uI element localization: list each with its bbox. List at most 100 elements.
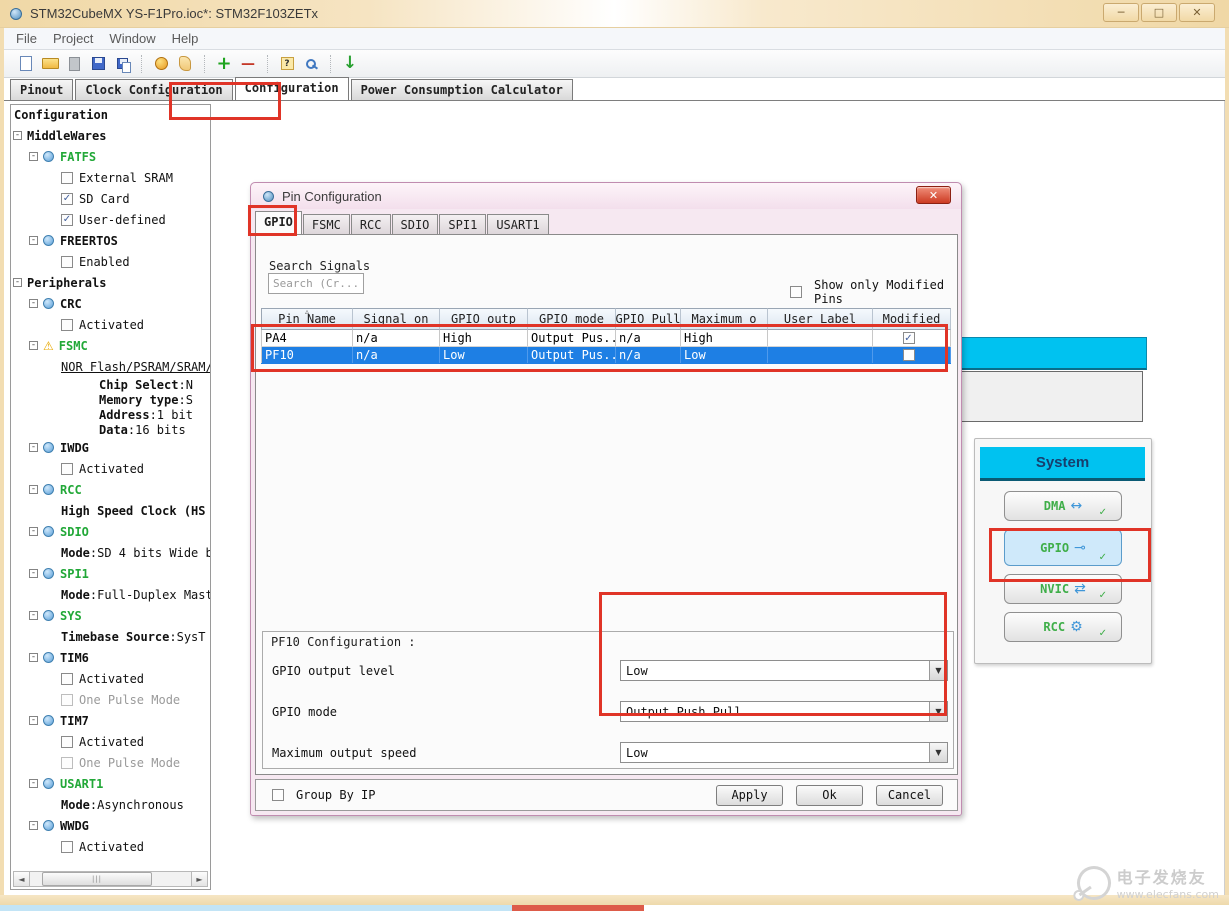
- table-row[interactable]: PA4 n/a High Output Pus... n/a High ✓: [261, 330, 951, 347]
- menu-item-window[interactable]: Window: [109, 31, 155, 46]
- tree-item[interactable]: Enabled: [11, 251, 210, 272]
- tree-item[interactable]: One Pulse Mode: [11, 752, 210, 773]
- tree-item[interactable]: - TIM7: [11, 710, 210, 731]
- tree-item[interactable]: Data:16 bits: [11, 422, 210, 437]
- scroll-right-arrow-icon[interactable]: ►: [191, 872, 207, 886]
- tree-item[interactable]: One Pulse Mode: [11, 689, 210, 710]
- group-by-ip[interactable]: Group By IP: [272, 788, 375, 802]
- dialog-tab-fsmc[interactable]: FSMC: [302, 214, 350, 234]
- scroll-left-arrow-icon[interactable]: ◄: [14, 872, 30, 886]
- tree-expander-icon[interactable]: -: [29, 341, 38, 350]
- close-button[interactable]: ✕: [1179, 3, 1215, 22]
- modified-checkbox[interactable]: ✓: [902, 332, 915, 344]
- tree-expander-icon[interactable]: -: [13, 131, 22, 140]
- column-header-modified[interactable]: Modified: [873, 308, 951, 330]
- cancel-button[interactable]: Cancel: [876, 784, 943, 806]
- plus-icon[interactable]: +: [213, 53, 235, 75]
- tree-item[interactable]: - SDIO: [11, 521, 210, 542]
- copy-icon[interactable]: [63, 53, 85, 75]
- tree-item[interactable]: ✓ SD Card: [11, 188, 210, 209]
- tab-power-consumption-calculator[interactable]: Power Consumption Calculator: [350, 79, 573, 100]
- tree-item[interactable]: Mode:Full-Duplex Maste: [11, 584, 210, 605]
- open-folder-icon[interactable]: [39, 53, 61, 75]
- tree-expander-icon[interactable]: -: [29, 485, 38, 494]
- tree-item[interactable]: - Peripherals: [11, 272, 210, 293]
- gpio-system-button[interactable]: GPIO ⊸ ✓: [1004, 529, 1122, 566]
- tree-item[interactable]: - FATFS: [11, 146, 210, 167]
- tree-item[interactable]: NOR Flash/PSRAM/SRAM/RO: [11, 356, 210, 377]
- tree-item[interactable]: - MiddleWares: [11, 125, 210, 146]
- dma-system-button[interactable]: DMA ↔ ✓: [1004, 491, 1122, 521]
- config-dropdown[interactable]: Output Push Pull ▼: [620, 701, 948, 722]
- new-file-icon[interactable]: [15, 53, 37, 75]
- chevron-down-icon[interactable]: ▼: [929, 661, 947, 680]
- tree-checkbox[interactable]: ✓: [61, 192, 73, 205]
- tree-horizontal-scrollbar[interactable]: ◄ ||| ►: [13, 871, 208, 887]
- tree-expander-icon[interactable]: -: [29, 569, 38, 578]
- tree-item[interactable]: - RCC: [11, 479, 210, 500]
- chevron-down-icon[interactable]: ▼: [929, 702, 947, 721]
- save-as-icon[interactable]: [111, 53, 133, 75]
- dialog-tab-gpio[interactable]: GPIO: [255, 211, 302, 234]
- rcc-system-button[interactable]: RCC ⚙ ✓: [1004, 612, 1122, 642]
- tree-item[interactable]: - FREERTOS: [11, 230, 210, 251]
- ok-button[interactable]: Ok: [796, 784, 863, 806]
- tree-expander-icon[interactable]: -: [29, 611, 38, 620]
- tree-item[interactable]: Mode:Asynchronous: [11, 794, 210, 815]
- dialog-tab-usart1[interactable]: USART1: [487, 214, 549, 234]
- show-only-modified[interactable]: Show only Modified Pins: [790, 278, 957, 306]
- dialog-tab-rcc[interactable]: RCC: [350, 214, 391, 234]
- minus-icon[interactable]: —: [237, 53, 259, 75]
- tree-link[interactable]: NOR Flash/PSRAM/SRAM/RO: [61, 360, 210, 374]
- tree-expander-icon[interactable]: -: [29, 236, 38, 245]
- apply-button[interactable]: Apply: [716, 784, 783, 806]
- menu-item-project[interactable]: Project: [53, 31, 93, 46]
- tree-item[interactable]: Timebase Source:SysT: [11, 626, 210, 647]
- column-header-pin-name[interactable]: ▵ Pin Name: [261, 308, 353, 330]
- tree-expander-icon[interactable]: -: [29, 821, 38, 830]
- tree-item[interactable]: High Speed Clock (HS: [11, 500, 210, 521]
- tree-item[interactable]: - SPI1: [11, 563, 210, 584]
- tree-expander-icon[interactable]: -: [29, 152, 38, 161]
- dialog-tab-spi1[interactable]: SPI1: [439, 214, 487, 234]
- tree-item[interactable]: - WWDG: [11, 815, 210, 836]
- help-icon[interactable]: ?: [276, 53, 298, 75]
- column-header-gpio-pull[interactable]: GPIO Pull: [616, 308, 681, 330]
- tree-checkbox[interactable]: [61, 840, 73, 853]
- tree-item[interactable]: - SYS: [11, 605, 210, 626]
- script-icon[interactable]: [174, 53, 196, 75]
- tree-item[interactable]: Memory type:S: [11, 392, 210, 407]
- tree-item[interactable]: Mode:SD 4 bits Wide bu: [11, 542, 210, 563]
- tree-item[interactable]: Chip Select:N: [11, 377, 210, 392]
- dialog-close-button[interactable]: ✕: [916, 186, 951, 204]
- column-header-maximum-o[interactable]: Maximum o: [681, 308, 768, 330]
- menu-item-file[interactable]: File: [16, 31, 37, 46]
- tree-item[interactable]: Activated: [11, 458, 210, 479]
- tree-checkbox[interactable]: [61, 693, 73, 706]
- tree-expander-icon[interactable]: -: [29, 716, 38, 725]
- column-header-gpio-mode[interactable]: GPIO mode: [528, 308, 616, 330]
- tree-item[interactable]: - CRC: [11, 293, 210, 314]
- scroll-thumb[interactable]: |||: [42, 872, 152, 886]
- search-input[interactable]: [268, 273, 364, 294]
- tree-checkbox[interactable]: [61, 756, 73, 769]
- tree-expander-icon[interactable]: -: [29, 779, 38, 788]
- generate-code-icon[interactable]: ↓: [339, 53, 361, 75]
- tree-checkbox[interactable]: [61, 318, 73, 331]
- tree-item[interactable]: - ⚠ FSMC: [11, 335, 210, 356]
- tree-expander-icon[interactable]: -: [29, 299, 38, 308]
- power-icon[interactable]: [150, 53, 172, 75]
- save-icon[interactable]: [87, 53, 109, 75]
- column-header-gpio-outp[interactable]: GPIO outp: [440, 308, 528, 330]
- tab-pinout[interactable]: Pinout: [10, 79, 74, 100]
- tab-configuration[interactable]: Configuration: [234, 77, 349, 100]
- tree-item[interactable]: - IWDG: [11, 437, 210, 458]
- tree-item[interactable]: Activated: [11, 314, 210, 335]
- tree-expander-icon[interactable]: -: [29, 527, 38, 536]
- table-row[interactable]: PF10 n/a Low Output Pus... n/a Low: [261, 347, 951, 364]
- dropdown-box[interactable]: Output Push Pull ▼: [620, 701, 948, 722]
- tree-checkbox[interactable]: [61, 255, 73, 268]
- tree-item[interactable]: Activated: [11, 731, 210, 752]
- tree-checkbox[interactable]: [61, 735, 73, 748]
- maximize-button[interactable]: □: [1141, 3, 1177, 22]
